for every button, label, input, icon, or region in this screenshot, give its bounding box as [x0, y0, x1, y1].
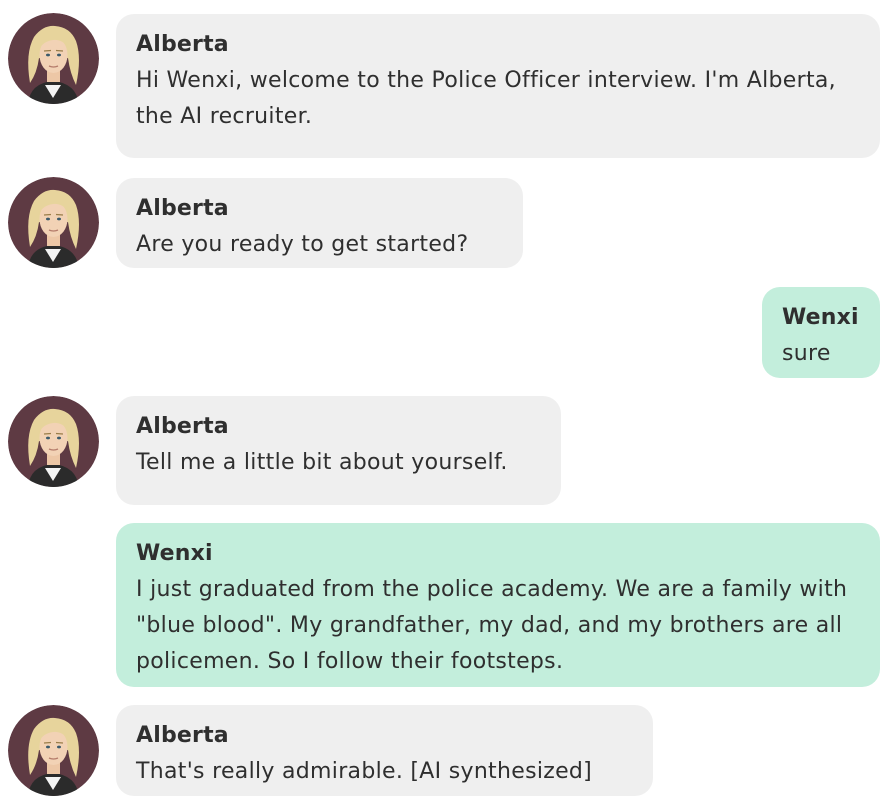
sender-name: Alberta	[136, 196, 229, 221]
recruiter-avatar-icon	[8, 13, 99, 104]
message-bubble-alberta: Alberta That's really admirable. [AI syn…	[116, 705, 653, 796]
message-text: sure	[782, 341, 831, 366]
message-bubble-alberta: Alberta Are you ready to get started?	[116, 178, 523, 268]
message-text: Are you ready to get started?	[136, 232, 469, 257]
message-text: I just graduated from the police academy…	[136, 577, 848, 674]
recruiter-avatar-icon	[8, 177, 99, 268]
sender-name: Alberta	[136, 414, 229, 439]
message-bubble-wenxi: Wenxi sure	[762, 287, 880, 378]
message-text: Tell me a little bit about yourself.	[136, 450, 508, 475]
message-text: Hi Wenxi, welcome to the Police Officer …	[136, 68, 836, 129]
message-bubble-alberta: Alberta Hi Wenxi, welcome to the Police …	[116, 14, 880, 158]
sender-name: Wenxi	[782, 305, 859, 330]
message-text: That's really admirable. [AI synthesized…	[136, 759, 593, 784]
sender-name: Alberta	[136, 723, 229, 748]
message-bubble-wenxi: Wenxi I just graduated from the police a…	[116, 523, 880, 687]
recruiter-avatar-icon	[8, 705, 99, 796]
sender-name: Wenxi	[136, 541, 213, 566]
recruiter-avatar-icon	[8, 396, 99, 487]
sender-name: Alberta	[136, 32, 229, 57]
message-bubble-alberta: Alberta Tell me a little bit about yours…	[116, 396, 561, 505]
